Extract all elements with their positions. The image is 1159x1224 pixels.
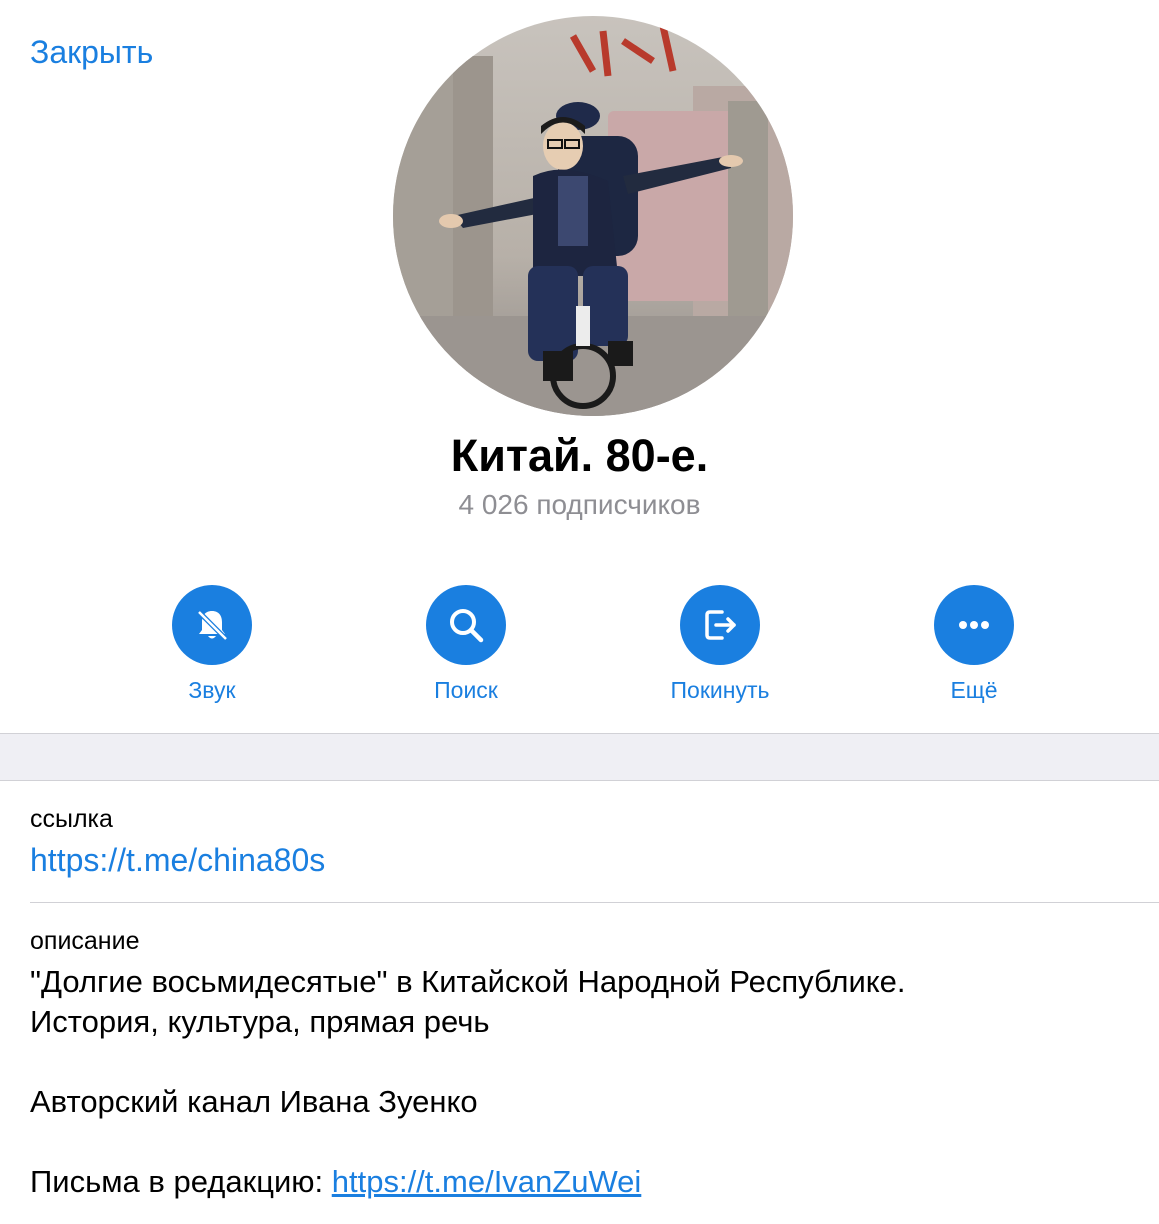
- more-dots-icon: [959, 621, 989, 629]
- channel-title: Китай. 80-е.: [450, 430, 709, 481]
- more-label: Ещё: [950, 677, 998, 703]
- description-label: описание: [30, 927, 140, 955]
- link-label: ссылка: [30, 805, 113, 833]
- description-section: описание "Долгие восьмидесятые" в Китайс…: [30, 927, 1159, 1202]
- search-button[interactable]: Поиск: [376, 585, 556, 704]
- sound-button[interactable]: Звук: [122, 585, 302, 704]
- description-line-1: "Долгие восьмидесятые" в Китайской Народ…: [30, 964, 906, 999]
- leave-button-circle[interactable]: [680, 585, 760, 665]
- row-divider: [30, 902, 1159, 903]
- subscriber-count: 4 026 подписчиков: [458, 489, 701, 520]
- avatar-photo: [393, 16, 793, 416]
- leave-label: Покинуть: [670, 677, 770, 703]
- more-button-circle[interactable]: [934, 585, 1014, 665]
- link-section: ссылка https://t.me/china80s: [30, 805, 1159, 879]
- description-text: "Долгие восьмидесятые" в Китайской Народ…: [30, 962, 1159, 1202]
- search-button-circle[interactable]: [426, 585, 506, 665]
- search-icon: [450, 609, 484, 643]
- search-label: Поиск: [434, 677, 498, 703]
- description-line-2: История, культура, прямая речь: [30, 1004, 490, 1039]
- sound-button-circle[interactable]: [172, 585, 252, 665]
- sound-label: Звук: [188, 677, 236, 703]
- channel-link[interactable]: https://t.me/china80s: [30, 842, 1159, 879]
- channel-avatar[interactable]: [393, 16, 793, 416]
- section-separator: [0, 733, 1159, 781]
- bell-slash-icon: [197, 610, 228, 641]
- description-mail: Письма в редакцию: https://t.me/IvanZuWe…: [30, 1162, 1159, 1202]
- leave-icon: [705, 610, 736, 640]
- mail-link[interactable]: https://t.me/IvanZuWei: [332, 1164, 642, 1199]
- description-author: Авторский канал Ивана Зуенко: [30, 1084, 478, 1119]
- leave-button[interactable]: Покинуть: [630, 585, 810, 704]
- action-bar: Звук Поиск Покинуть Ещё: [0, 585, 1159, 715]
- close-button[interactable]: Закрыть: [30, 34, 153, 71]
- more-button[interactable]: Ещё: [884, 585, 1064, 704]
- mail-prefix: Письма в редакцию:: [30, 1164, 332, 1199]
